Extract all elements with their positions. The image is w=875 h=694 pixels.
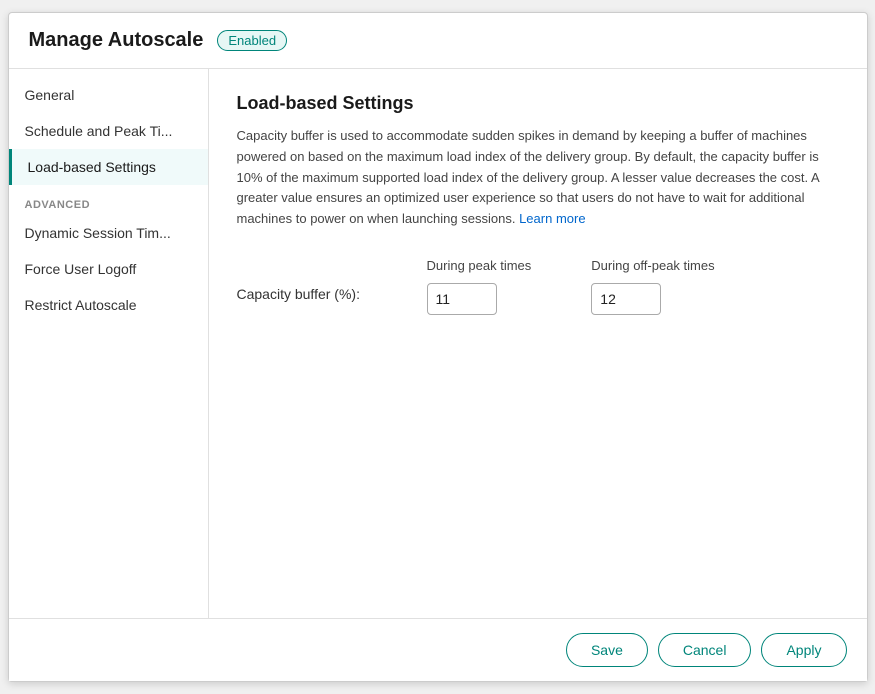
- main-content: Load-based Settings Capacity buffer is u…: [209, 69, 867, 618]
- sidebar-item-general[interactable]: General: [9, 77, 208, 113]
- learn-more-link[interactable]: Learn more: [519, 211, 585, 226]
- during-off-peak-label: During off-peak times: [591, 258, 714, 273]
- peak-group: During peak times: [427, 258, 532, 315]
- modal-body: General Schedule and Peak Ti... Load-bas…: [9, 69, 867, 618]
- advanced-section-label: ADVANCED: [9, 185, 208, 215]
- save-button[interactable]: Save: [566, 633, 648, 667]
- sidebar-item-schedule-peak[interactable]: Schedule and Peak Ti...: [9, 113, 208, 149]
- during-peak-label: During peak times: [427, 258, 532, 273]
- page-title: Manage Autoscale: [29, 29, 204, 52]
- capacity-buffer-label: Capacity buffer (%):: [237, 258, 367, 302]
- modal-container: Manage Autoscale Enabled General Schedul…: [8, 12, 868, 682]
- cancel-button[interactable]: Cancel: [658, 633, 752, 667]
- section-title: Load-based Settings: [237, 93, 839, 114]
- sidebar-item-restrict-autoscale[interactable]: Restrict Autoscale: [9, 287, 208, 323]
- off-peak-value-input[interactable]: [591, 283, 661, 315]
- off-peak-group: During off-peak times: [591, 258, 714, 315]
- modal-footer: Save Cancel Apply: [9, 618, 867, 681]
- peak-value-input[interactable]: [427, 283, 497, 315]
- sidebar-item-force-logoff[interactable]: Force User Logoff: [9, 251, 208, 287]
- sidebar-item-dynamic-session[interactable]: Dynamic Session Tim...: [9, 215, 208, 251]
- sidebar-item-load-based[interactable]: Load-based Settings: [9, 149, 208, 185]
- sidebar: General Schedule and Peak Ti... Load-bas…: [9, 69, 209, 618]
- modal-header: Manage Autoscale Enabled: [9, 13, 867, 69]
- capacity-buffer-row: Capacity buffer (%): During peak times D…: [237, 258, 839, 315]
- description-text: Capacity buffer is used to accommodate s…: [237, 126, 839, 230]
- apply-button[interactable]: Apply: [761, 633, 846, 667]
- enabled-badge: Enabled: [217, 30, 287, 51]
